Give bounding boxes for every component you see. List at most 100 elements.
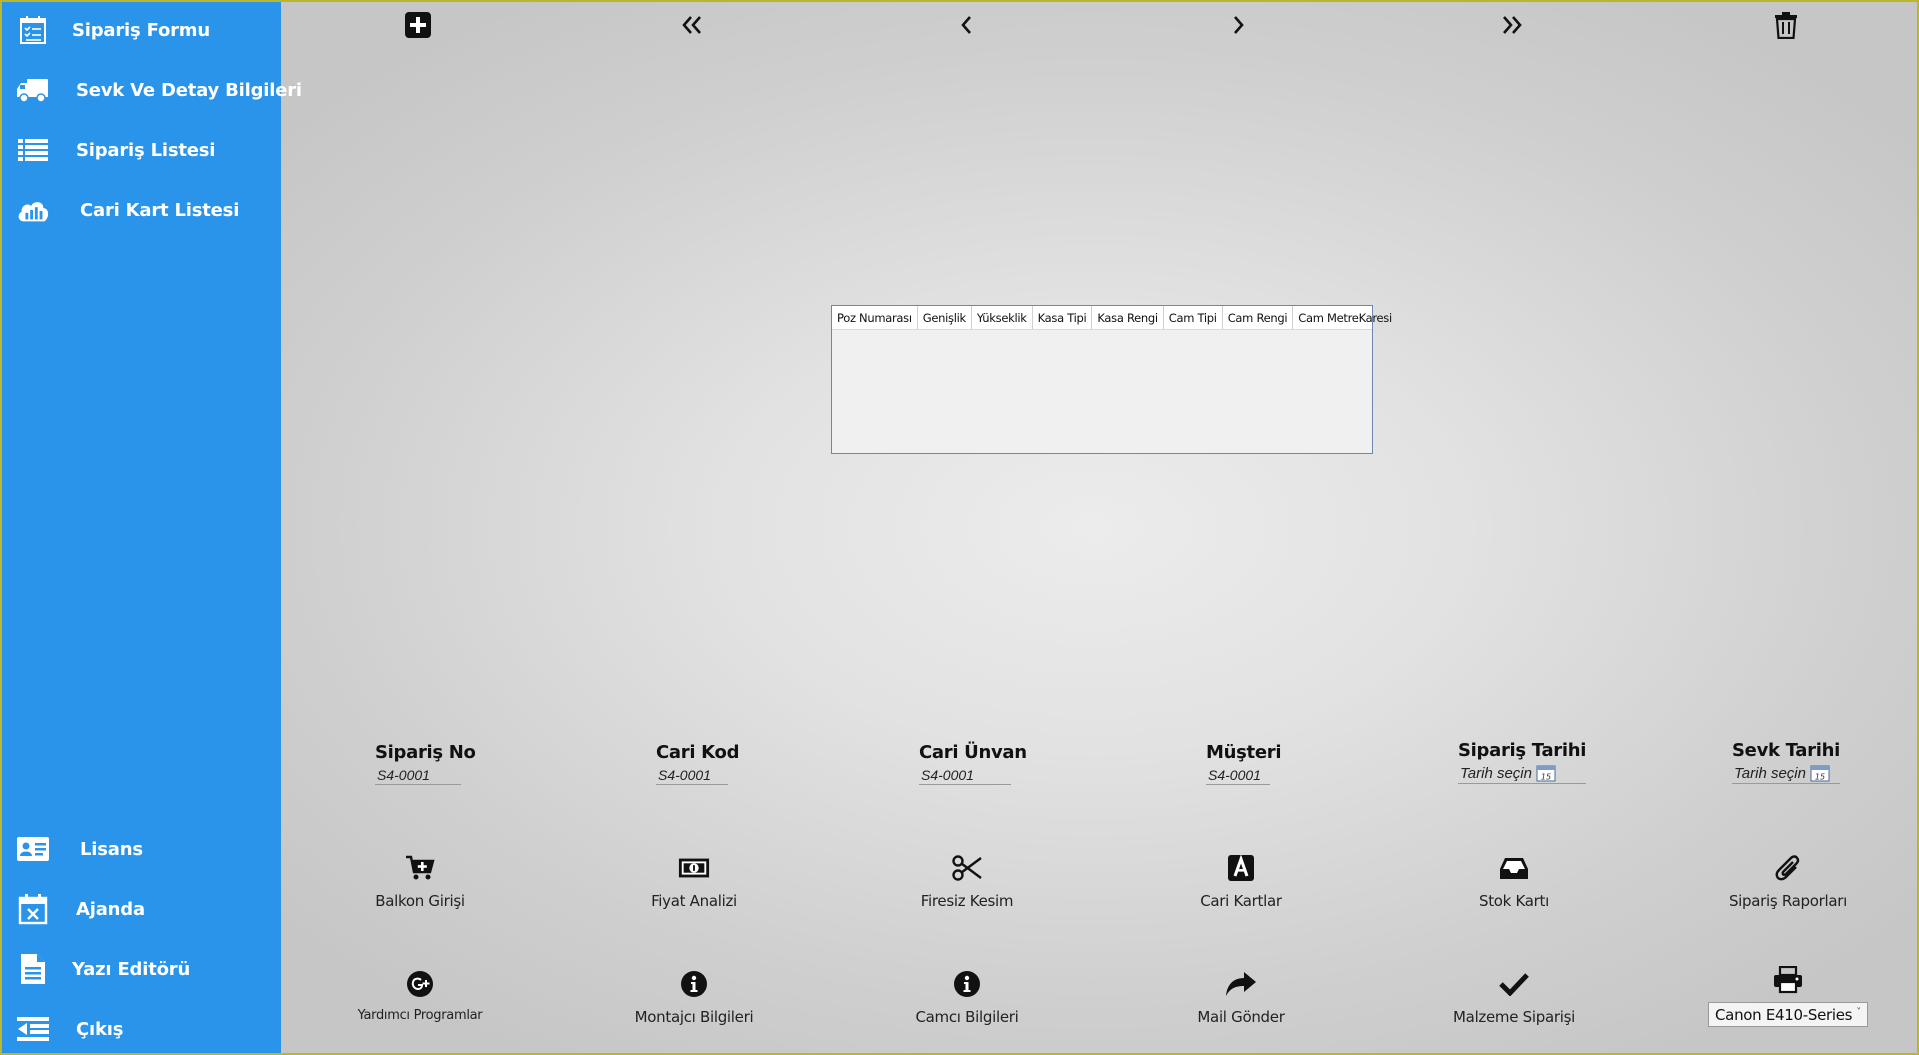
fiyat-analizi-button[interactable]: Fiyat Analizi [594,852,794,910]
grid-column-header[interactable]: Yükseklik [972,306,1033,329]
google-plus-icon [404,968,436,1000]
mail-gonder-button[interactable]: Mail Gönder [1141,968,1341,1026]
next-record-button[interactable] [1222,10,1256,44]
money-bill-icon [678,852,710,884]
grid-column-header[interactable]: Genişlik [918,306,972,329]
scissors-icon [951,852,983,884]
grid-column-header[interactable]: Cam MetreKaresi [1293,306,1397,329]
sevk-tarihi-field: Sevk Tarihi Tarih seçin 15 [1732,740,1840,784]
cart-plus-icon [404,852,436,884]
sidebar-item-sevk-ve-detay[interactable]: Sevk Ve Detay Bilgileri [2,66,302,114]
calendar-x-icon [16,892,50,926]
sidebar-item-label: Ajanda [76,898,145,920]
list-icon [16,133,50,167]
field-label: Müşteri [1206,742,1282,763]
action-label: Cari Kartlar [1200,892,1282,910]
exit-icon [16,1012,50,1046]
siparis-no-input[interactable]: S4-0001 [375,767,461,785]
cari-unvan-input[interactable]: S4-0001 [919,767,1011,785]
grid-column-header[interactable]: Kasa Tipi [1033,306,1093,329]
cari-unvan-field: Cari Ünvan S4-0001 [919,742,1027,785]
action-label: Montajcı Bilgileri [634,1008,754,1026]
cari-kod-input[interactable]: S4-0001 [656,767,728,785]
camci-bilgileri-button[interactable]: Camcı Bilgileri [867,968,1067,1026]
chevron-left-icon [959,15,973,40]
sidebar-item-cari-kart-listesi[interactable]: Cari Kart Listesi [2,186,281,234]
chevron-down-icon: ˅ [1856,1007,1861,1018]
inbox-icon [1498,852,1530,884]
printer-icon [1772,964,1804,996]
sidebar-item-yazi-editoru[interactable]: Yazı Editörü [2,945,281,993]
info-icon [678,968,710,1000]
field-label: Cari Kod [656,742,740,763]
malzeme-siparisi-button[interactable]: Malzeme Siparişi [1414,968,1614,1026]
grid-column-header[interactable]: Poz Numarası [832,306,918,329]
action-label: Stok Kartı [1478,892,1549,910]
field-label: Cari Ünvan [919,742,1027,763]
info-icon [951,968,983,1000]
montajci-bilgileri-button[interactable]: Montajcı Bilgileri [594,968,794,1026]
balkon-girisi-button[interactable]: Balkon Girişi [320,852,520,910]
cloud-chart-icon [16,193,50,227]
sidebar-item-label: Yazı Editörü [72,958,191,980]
sidebar-item-label: Sipariş Formu [72,19,210,41]
firesiz-kesim-button[interactable]: Firesiz Kesim [867,852,1067,910]
calendar-icon[interactable]: 15 [1810,764,1830,782]
last-record-button[interactable] [1495,10,1529,44]
sidebar-item-siparis-formu[interactable]: Sipariş Formu [2,6,281,54]
printer-select-value: Canon E410-Series [1715,1005,1853,1024]
plus-square-icon [404,11,432,44]
calendar-day-text: 15 [1541,773,1551,782]
sidebar-item-label: Cari Kart Listesi [80,199,240,221]
sevk-tarihi-datepicker[interactable]: Tarih seçin 15 [1732,764,1840,784]
action-label: Firesiz Kesim [920,892,1014,910]
musteri-input[interactable]: S4-0001 [1206,767,1270,785]
grid-header: Poz Numarası Genişlik Yükseklik Kasa Tip… [832,306,1392,330]
sidebar: Sipariş Formu Sevk Ve Detay Bilgileri Si… [2,2,302,1053]
grid-column-header[interactable]: Cam Tipi [1164,306,1223,329]
print-button[interactable]: Canon E410-Series ˅ [1688,964,1888,1027]
field-label: Sipariş No [375,742,476,763]
sidebar-item-label: Sevk Ve Detay Bilgileri [76,79,302,101]
sidebar-item-label: Lisans [80,838,143,860]
sidebar-item-label: Çıkış [76,1018,124,1040]
action-label: Yardımcı Programlar [357,1008,483,1023]
printer-select[interactable]: Canon E410-Series ˅ [1708,1002,1868,1027]
siparis-tarihi-datepicker[interactable]: Tarih seçin 15 [1458,764,1587,784]
sidebar-item-ajanda[interactable]: Ajanda [2,885,281,933]
sidebar-item-lisans[interactable]: Lisans [2,825,281,873]
new-record-button[interactable] [401,10,435,44]
trash-icon [1774,11,1798,44]
siparis-no-field: Sipariş No S4-0001 [375,742,476,785]
field-label: Sevk Tarihi [1732,740,1840,761]
action-label: Balkon Girişi [375,892,465,910]
action-label: Mail Gönder [1197,1008,1285,1026]
stok-karti-button[interactable]: Stok Kartı [1414,852,1614,910]
siparis-tarihi-field: Sipariş Tarihi Tarih seçin 15 [1458,740,1586,784]
id-card-icon [16,832,50,866]
order-items-grid[interactable]: Poz Numarası Genişlik Yükseklik Kasa Tip… [831,305,1392,454]
truck-icon [16,73,50,107]
delete-record-button[interactable] [1769,10,1803,44]
grid-column-header[interactable]: Cam Rengi [1223,306,1294,329]
sidebar-item-siparis-listesi[interactable]: Sipariş Listesi [2,126,281,174]
calendar-day-text: 15 [1815,773,1825,782]
grid-column-header[interactable]: Kasa Rengi [1092,306,1164,329]
field-label: Sipariş Tarihi [1458,740,1587,761]
action-label: Fiyat Analizi [651,892,737,910]
sidebar-item-cikis[interactable]: Çıkış [2,1005,281,1053]
sidebar-item-label: Sipariş Listesi [76,139,216,161]
double-chevron-left-icon [681,15,703,40]
cari-kartlar-button[interactable]: Cari Kartlar [1141,852,1341,910]
double-chevron-right-icon [1501,15,1523,40]
yardimci-programlar-button[interactable]: Yardımcı Programlar [320,968,520,1023]
action-label: Malzeme Siparişi [1453,1008,1575,1026]
siparis-raporlari-button[interactable]: Sipariş Raporları [1688,852,1888,910]
calendar-icon[interactable]: 15 [1536,764,1556,782]
first-record-button[interactable] [675,10,709,44]
paperclip-icon [1772,852,1804,884]
document-icon [16,952,50,986]
previous-record-button[interactable] [949,10,983,44]
order-form-icon [16,13,50,47]
date-placeholder: Tarih seçin [1460,764,1532,782]
